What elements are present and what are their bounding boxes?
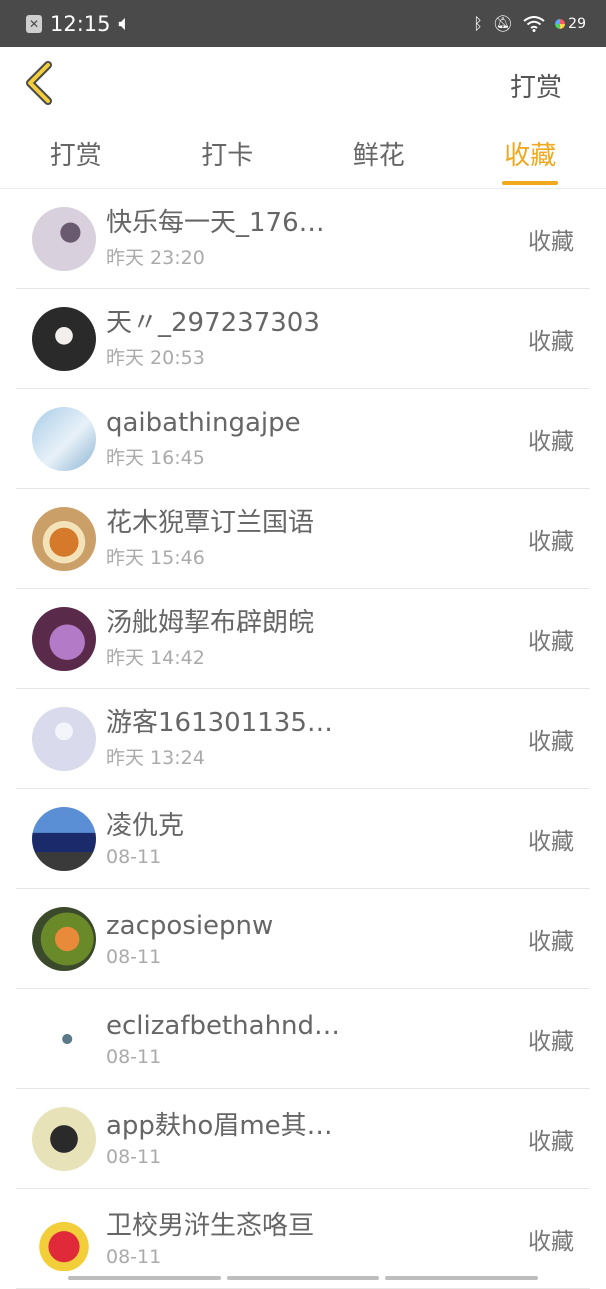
list-item[interactable]: eclizafbethahndj… 08-11 收藏 (16, 989, 590, 1089)
item-info: 天〃_297237303 昨天 20:53 (106, 307, 590, 370)
tab-label: 收藏 (504, 135, 556, 172)
status-bar: ✕ 12:15 🔈︎ ᛒ 🔕︎ 29 (0, 0, 606, 47)
item-info: qaibathingajpe 昨天 16:45 (106, 407, 590, 470)
user-name: 卫校男浒生忞咯亘 (106, 1210, 346, 1242)
item-time: 昨天 14:42 (106, 643, 590, 670)
user-name: 天〃_297237303 (106, 307, 346, 339)
list-item[interactable]: zacposiepnw 08-11 收藏 (16, 889, 590, 989)
chevron-left-icon (22, 61, 62, 105)
avatar[interactable] (32, 307, 96, 371)
user-name: 花木猊覃订兰国语 (106, 507, 346, 539)
action-label: 收藏 (528, 922, 574, 956)
avatar[interactable] (32, 1107, 96, 1171)
item-info: eclizafbethahndj… 08-11 (106, 1010, 590, 1068)
item-time: 08-11 (106, 946, 590, 968)
action-label: 收藏 (528, 322, 574, 356)
list-item[interactable]: 卫校男浒生忞咯亘 08-11 收藏 (16, 1189, 590, 1289)
list-item[interactable]: 游客1613011359… 昨天 13:24 收藏 (16, 689, 590, 789)
user-name: eclizafbethahndj… (106, 1010, 346, 1042)
action-label: 收藏 (528, 822, 574, 856)
tab-checkin[interactable]: 打卡 (152, 119, 304, 188)
battery-dot (555, 19, 565, 29)
volume-icon: 🔈︎ (119, 11, 132, 36)
action-label: 收藏 (528, 222, 574, 256)
avatar[interactable] (32, 1207, 96, 1271)
item-time: 08-11 (106, 1246, 590, 1268)
list-item[interactable]: 花木猊覃订兰国语 昨天 15:46 收藏 (16, 489, 590, 589)
tab-flowers[interactable]: 鲜花 (303, 119, 455, 188)
item-time: 昨天 23:20 (106, 243, 590, 270)
avatar[interactable] (32, 207, 96, 271)
tab-reward[interactable]: 打赏 (0, 119, 152, 188)
item-info: app麸ho眉me其… 08-11 (106, 1110, 590, 1168)
item-info: 快乐每一天_176… 昨天 23:20 (106, 207, 590, 270)
scroll-segment (227, 1276, 380, 1280)
item-info: zacposiepnw 08-11 (106, 910, 590, 968)
user-name: 汤舭姆挈布辟朗皖 (106, 607, 346, 639)
scroll-indicator (68, 1276, 538, 1280)
list-item[interactable]: 天〃_297237303 昨天 20:53 收藏 (16, 289, 590, 389)
list-item[interactable]: qaibathingajpe 昨天 16:45 收藏 (16, 389, 590, 489)
action-label: 收藏 (528, 522, 574, 556)
top-navbar: 打赏 (0, 47, 606, 119)
tab-favorites[interactable]: 收藏 (455, 119, 606, 188)
item-time: 昨天 15:46 (106, 543, 590, 570)
reward-header-button[interactable]: 打赏 (510, 67, 562, 104)
bell-off-icon: 🔕︎ (493, 14, 513, 33)
list-item[interactable]: 凌仇克 08-11 收藏 (16, 789, 590, 889)
avatar[interactable] (32, 407, 96, 471)
list-item[interactable]: 汤舭姆挈布辟朗皖 昨天 14:42 收藏 (16, 589, 590, 689)
tab-bar: 打赏 打卡 鲜花 收藏 (0, 119, 606, 189)
item-info: 花木猊覃订兰国语 昨天 15:46 (106, 507, 590, 570)
action-label: 收藏 (528, 622, 574, 656)
user-name: zacposiepnw (106, 910, 346, 942)
item-time: 08-11 (106, 846, 590, 868)
tab-underline-active (502, 181, 558, 185)
user-name: app麸ho眉me其… (106, 1110, 346, 1142)
battery-level: 29 (568, 16, 586, 32)
bluetooth-icon: ᛒ (473, 14, 483, 33)
favorites-list: 快乐每一天_176… 昨天 23:20 收藏 天〃_297237303 昨天 2… (16, 189, 590, 1289)
item-time: 08-11 (106, 1146, 590, 1168)
item-time: 昨天 13:24 (106, 743, 590, 770)
avatar[interactable] (32, 907, 96, 971)
action-label: 收藏 (528, 1022, 574, 1056)
scroll-segment (385, 1276, 538, 1280)
list-item[interactable]: app麸ho眉me其… 08-11 收藏 (16, 1089, 590, 1189)
avatar[interactable] (32, 807, 96, 871)
wifi-icon (523, 16, 545, 32)
status-left: ✕ 12:15 🔈︎ (26, 11, 131, 36)
back-button[interactable] (22, 61, 62, 105)
item-info: 汤舭姆挈布辟朗皖 昨天 14:42 (106, 607, 590, 670)
action-label: 收藏 (528, 722, 574, 756)
status-right: ᛒ 🔕︎ 29 (473, 14, 586, 33)
action-label: 收藏 (528, 1122, 574, 1156)
user-name: 快乐每一天_176… (106, 207, 346, 239)
item-time: 08-11 (106, 1046, 590, 1068)
tab-label: 打卡 (201, 135, 253, 172)
item-info: 游客1613011359… 昨天 13:24 (106, 707, 590, 770)
notification-icon: ✕ (26, 15, 42, 33)
user-name: 凌仇克 (106, 810, 346, 842)
item-info: 卫校男浒生忞咯亘 08-11 (106, 1210, 590, 1268)
status-time: 12:15 (50, 12, 111, 36)
battery-icon: 29 (555, 16, 586, 32)
avatar[interactable] (32, 1007, 96, 1071)
avatar[interactable] (32, 607, 96, 671)
list-item[interactable]: 快乐每一天_176… 昨天 23:20 收藏 (16, 189, 590, 289)
scroll-segment (68, 1276, 221, 1280)
avatar[interactable] (32, 507, 96, 571)
action-label: 收藏 (528, 422, 574, 456)
tab-label: 打赏 (50, 135, 102, 172)
item-time: 昨天 16:45 (106, 443, 590, 470)
item-time: 昨天 20:53 (106, 343, 590, 370)
avatar[interactable] (32, 707, 96, 771)
tab-label: 鲜花 (353, 135, 405, 172)
action-label: 收藏 (528, 1222, 574, 1256)
user-name: qaibathingajpe (106, 407, 346, 439)
item-info: 凌仇克 08-11 (106, 810, 590, 868)
user-name: 游客1613011359… (106, 707, 346, 739)
